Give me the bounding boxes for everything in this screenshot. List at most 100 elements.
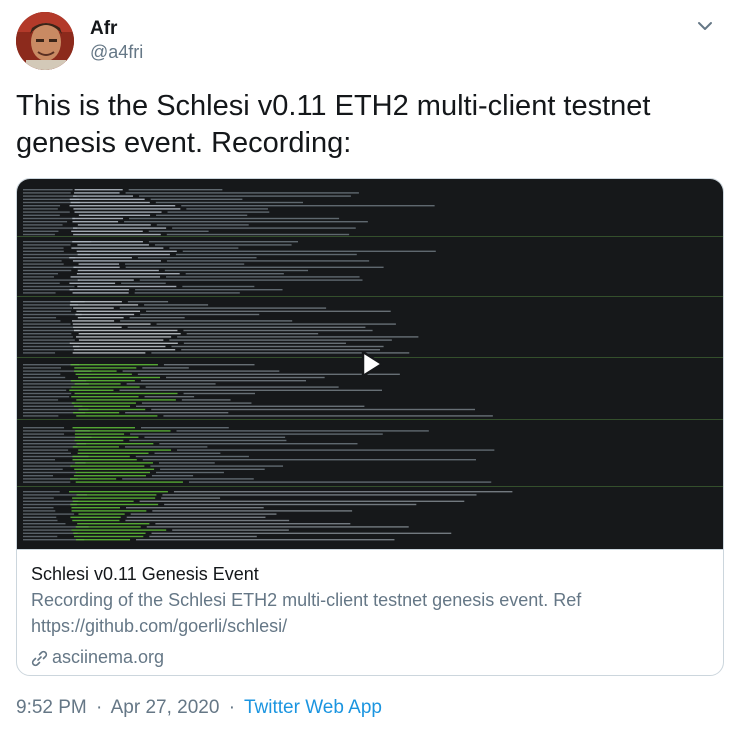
tweet-time[interactable]: 9:52 PM (16, 697, 87, 718)
terminal-line (139, 195, 351, 197)
terminal-line (171, 345, 384, 348)
terminal-line (122, 478, 254, 480)
card-media-terminal[interactable] (17, 179, 723, 549)
terminal-line (23, 214, 60, 216)
terminal-line (77, 285, 177, 288)
terminal-line (142, 367, 189, 369)
terminal-line (23, 405, 83, 407)
user-avatar-photo (16, 12, 74, 70)
terminal-line (125, 519, 290, 522)
terminal-line (185, 273, 284, 275)
terminal-line (23, 224, 63, 226)
terminal-line (23, 399, 59, 401)
terminal-line (72, 221, 119, 223)
terminal-line (125, 507, 264, 509)
terminal-line (75, 471, 151, 474)
terminal-line (70, 364, 158, 366)
terminal-line (154, 244, 292, 246)
terminal-line (23, 468, 63, 470)
card-body: Schlesi v0.11 Genesis Event Recording of… (31, 561, 711, 669)
terminal-line (77, 244, 149, 246)
terminal-line (129, 317, 185, 319)
terminal-line (23, 326, 75, 328)
terminal-line (76, 494, 157, 496)
terminal-line (73, 208, 181, 210)
terminal-line (23, 313, 82, 316)
terminal-line (77, 269, 159, 272)
terminal-line (172, 529, 289, 531)
terminal-line (125, 263, 245, 265)
terminal-line (124, 221, 368, 223)
terminal-line (23, 260, 62, 262)
terminal-line (70, 465, 145, 467)
terminal-line (177, 336, 419, 338)
play-icon[interactable] (354, 347, 388, 381)
terminal-line (176, 449, 495, 451)
terminal-line (130, 513, 277, 515)
terminal-line (23, 491, 60, 493)
terminal-line (145, 386, 339, 388)
terminal-line (23, 339, 75, 341)
terminal-line (23, 257, 76, 259)
terminal-line (186, 208, 268, 210)
terminal-line (76, 399, 176, 401)
terminal-line (23, 373, 61, 375)
terminal-line (23, 402, 75, 404)
avatar[interactable] (16, 12, 74, 70)
terminal-line (69, 478, 117, 480)
terminal-line (166, 260, 370, 262)
source-app-link[interactable]: Twitter Web App (244, 697, 382, 718)
terminal-line (17, 486, 723, 487)
terminal-line (76, 443, 154, 445)
terminal-line (161, 497, 221, 499)
display-name[interactable]: Afr (90, 18, 143, 40)
user-handle[interactable]: @a4fri (90, 40, 143, 64)
terminal-line (23, 507, 54, 509)
terminal-line (69, 205, 176, 207)
terminal-line (149, 535, 257, 538)
terminal-line (72, 500, 134, 502)
terminal-line (183, 329, 373, 332)
terminal-line (73, 326, 122, 328)
terminal-line (23, 289, 73, 291)
terminal-line (23, 349, 74, 351)
terminal-line (23, 449, 69, 451)
terminal-line (150, 198, 243, 200)
terminal-line (75, 430, 171, 432)
terminal-line (77, 279, 134, 281)
terminal-line (75, 436, 139, 438)
terminal-line (70, 516, 121, 518)
link-card[interactable]: Schlesi v0.11 Genesis Event Recording of… (16, 178, 724, 676)
terminal-line (172, 227, 356, 229)
chevron-down-icon[interactable] (695, 16, 715, 36)
terminal-line (144, 396, 195, 398)
terminal-line (23, 386, 73, 388)
terminal-line (142, 459, 477, 461)
terminal-line (23, 221, 68, 223)
terminal-line (23, 481, 71, 483)
link-icon (31, 649, 48, 666)
terminal-line (72, 217, 124, 220)
terminal-line (152, 510, 353, 512)
terminal-line (75, 481, 183, 483)
terminal-line (139, 279, 363, 281)
terminal-line (23, 205, 61, 207)
terminal-line (23, 519, 58, 522)
terminal-line (181, 399, 231, 401)
tweet-date[interactable]: Apr 27, 2020 (111, 697, 220, 718)
terminal-line (69, 198, 145, 200)
terminal-line (23, 230, 59, 232)
terminal-line (23, 345, 80, 348)
terminal-line (181, 205, 435, 207)
terminal-line (144, 304, 209, 306)
terminal-line (158, 462, 215, 464)
terminal-line (75, 462, 153, 464)
terminal-line (23, 263, 64, 265)
terminal-line (125, 412, 229, 414)
terminal-line (78, 263, 120, 265)
terminal-line (72, 519, 120, 522)
terminal-line (17, 419, 723, 420)
terminal-line (73, 405, 131, 407)
terminal-line (69, 257, 132, 259)
terminal-line (129, 439, 287, 442)
